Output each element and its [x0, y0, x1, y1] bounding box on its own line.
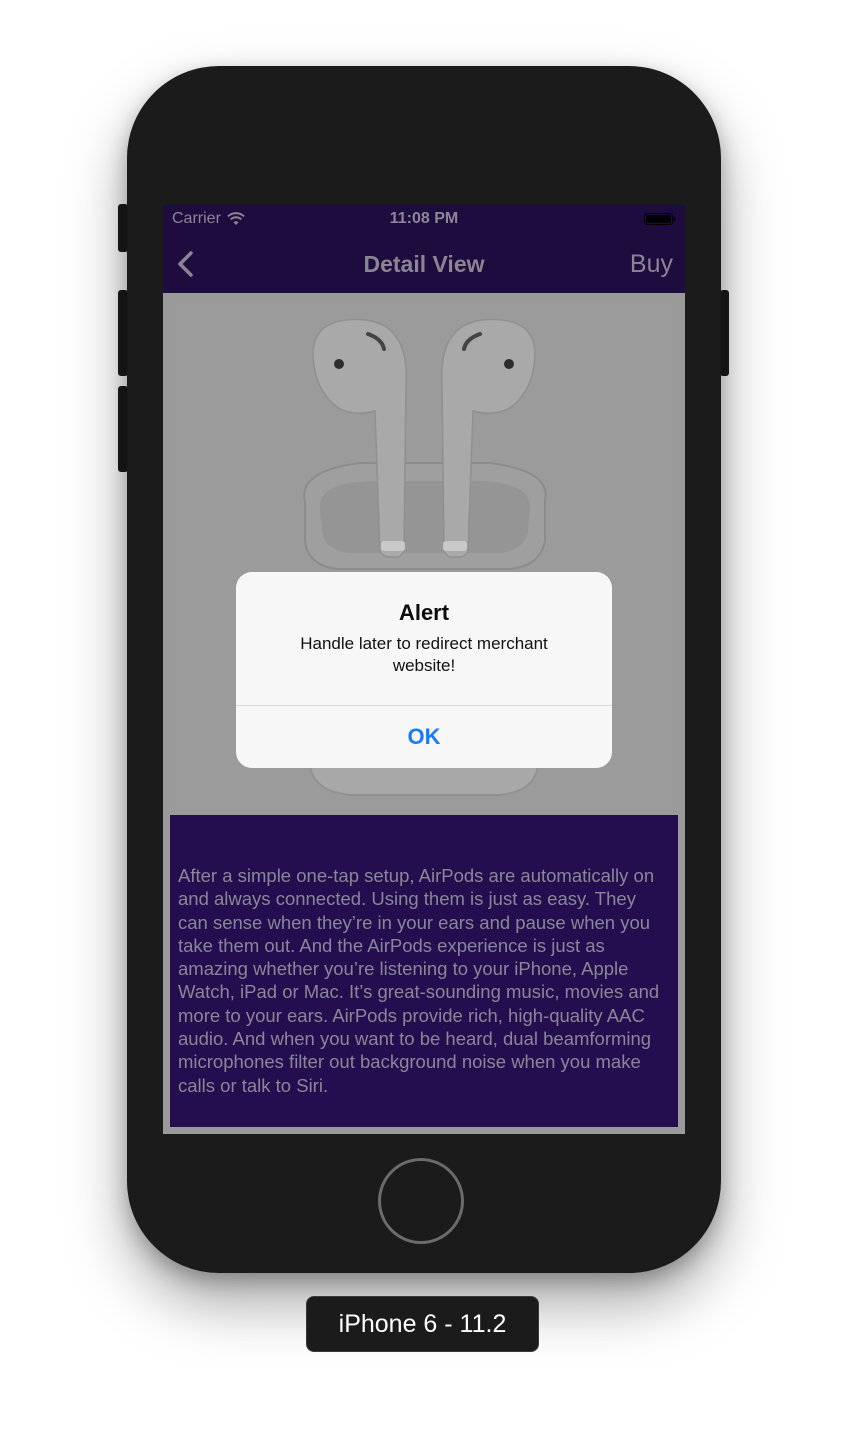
alert-dialog: Alert Handle later to redirect merchant … — [236, 572, 612, 768]
simulator-device-label: iPhone 6 - 11.2 — [306, 1296, 539, 1352]
alert-message: Handle later to redirect merchant websit… — [300, 634, 548, 675]
alert-title: Alert — [398, 600, 450, 625]
power-button — [720, 290, 729, 376]
alert-ok-button[interactable]: OK — [236, 706, 612, 768]
home-button[interactable] — [378, 1158, 464, 1244]
app-screen: Carrier 11:08 PM Detail View Buy After a… — [163, 205, 685, 1134]
